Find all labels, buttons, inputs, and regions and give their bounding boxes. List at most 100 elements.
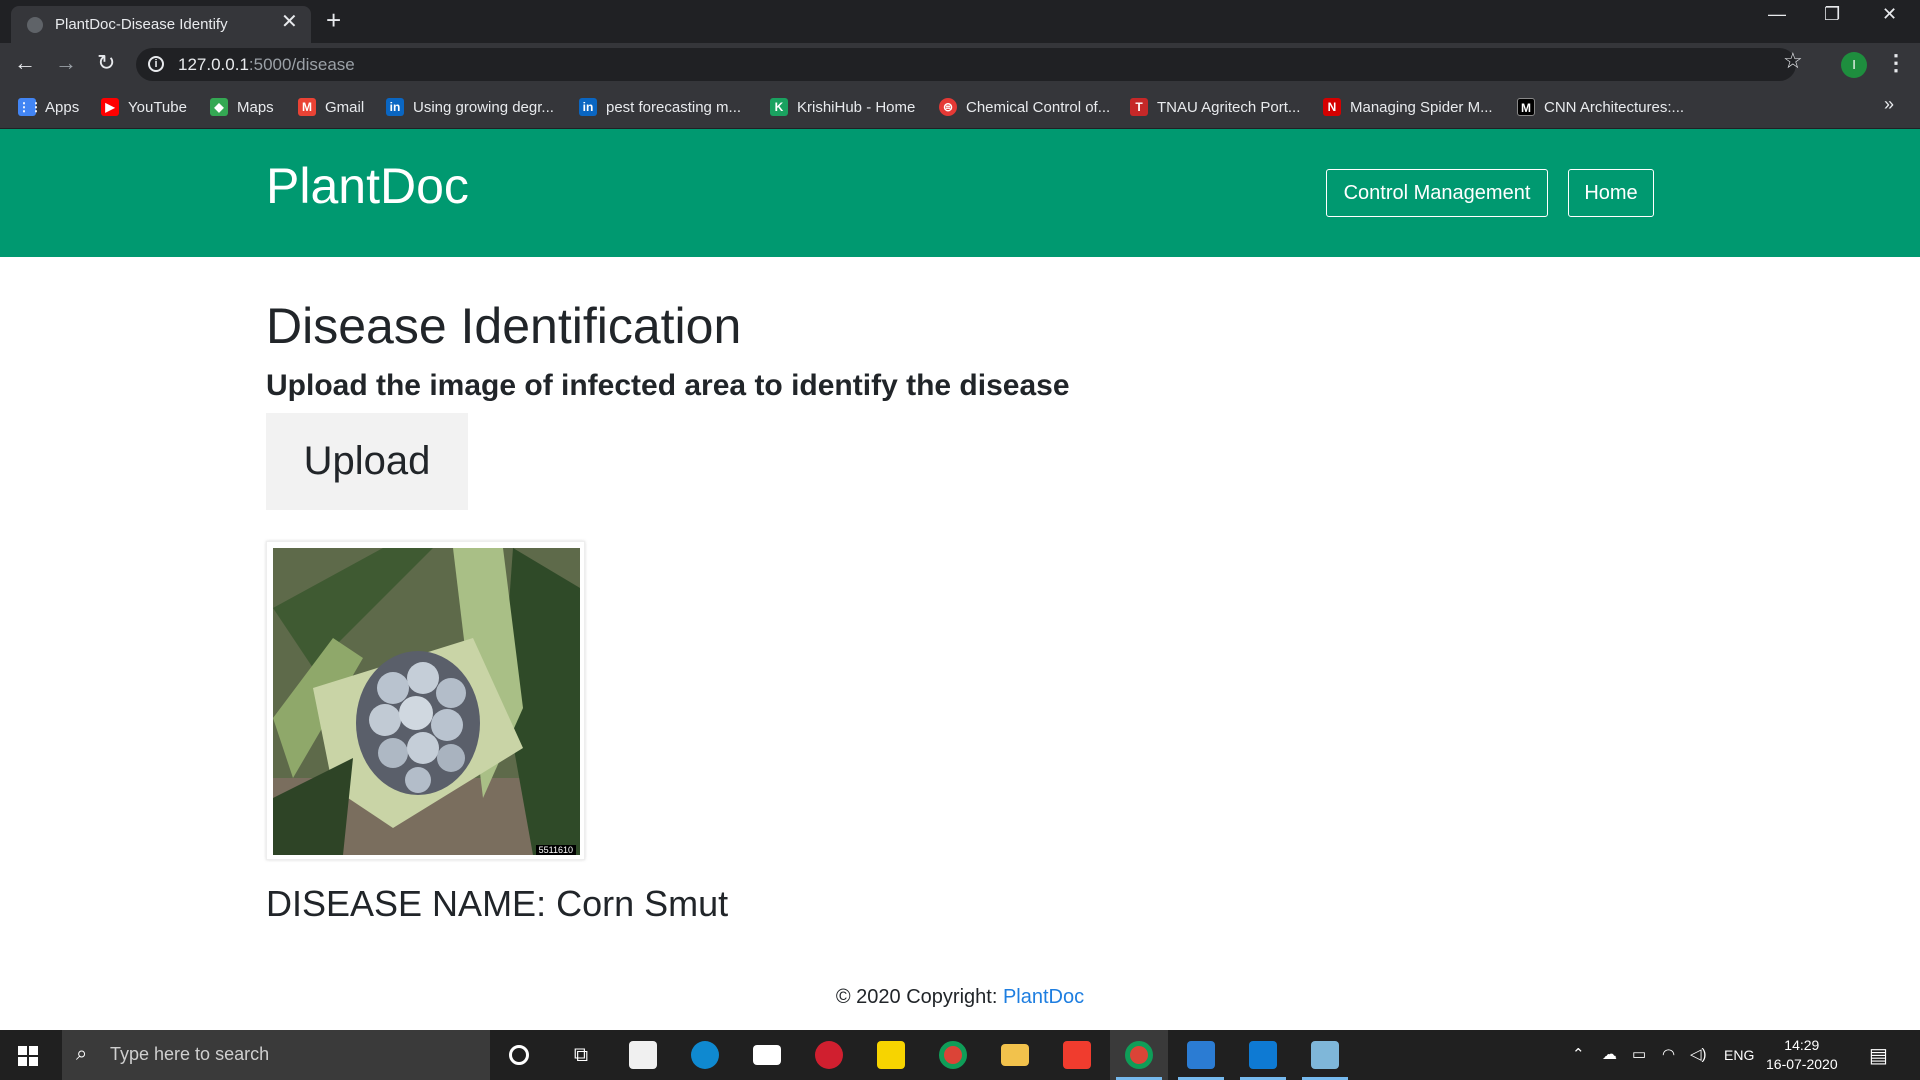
image-caption: 5511610	[535, 845, 576, 855]
git-icon[interactable]	[1048, 1030, 1106, 1080]
linkedin-icon: in	[579, 98, 597, 116]
footer-plantdoc-link[interactable]: PlantDoc	[1003, 986, 1084, 1008]
task-view-icon[interactable]: ⧉	[552, 1030, 610, 1080]
control-management-button[interactable]: Control Management	[1326, 169, 1548, 217]
brand-logo[interactable]: PlantDoc	[266, 157, 469, 215]
browser-tab[interactable]: PlantDoc-Disease Identify ✕	[11, 6, 311, 43]
profile-avatar[interactable]: I	[1841, 52, 1867, 78]
wifi-icon[interactable]: ◠	[1662, 1045, 1675, 1063]
search-placeholder: Type here to search	[110, 1044, 270, 1064]
battery-icon[interactable]: ▭	[1632, 1045, 1646, 1063]
tab-title: PlantDoc-Disease Identify	[55, 16, 228, 33]
globe-icon	[27, 17, 43, 33]
url-text[interactable]: 127.0.0.1:5000/disease	[178, 55, 355, 75]
window-close-icon[interactable]: ✕	[1882, 4, 1897, 25]
uploaded-leaf-image: 5511610	[273, 548, 580, 855]
volume-icon[interactable]: ◁)	[1690, 1045, 1707, 1063]
youtube-icon: ▶	[101, 98, 119, 116]
linkedin-icon: in	[386, 98, 404, 116]
browser-toolbar: ← → ↻ i 127.0.0.1:5000/disease ☆ I ⋮	[0, 43, 1920, 86]
bookmark-cnn-architectures[interactable]: M CNN Architectures:...	[1517, 96, 1684, 118]
mail-icon[interactable]	[738, 1030, 796, 1080]
clock-time: 14:29	[1784, 1037, 1820, 1053]
bookmark-chemical-control[interactable]: ⊜ Chemical Control of...	[939, 96, 1110, 118]
bookmarks-overflow-icon[interactable]: »	[1884, 94, 1894, 115]
bookmark-label: Chemical Control of...	[966, 98, 1111, 116]
page-footer: © 2020 Copyright: PlantDoc	[0, 986, 1920, 1009]
bookmark-growing-degree[interactable]: in Using growing degr...	[386, 96, 554, 118]
store-icon[interactable]	[614, 1030, 672, 1080]
sticky-notes-icon[interactable]	[862, 1030, 920, 1080]
maps-icon: ◆	[210, 98, 228, 116]
bookmark-label: Maps	[237, 98, 274, 116]
url-host: 127.0.0.1	[178, 55, 249, 74]
bookmark-maps[interactable]: ◆ Maps	[210, 96, 274, 118]
bookmark-label: KrishiHub - Home	[797, 98, 916, 116]
copyright-text: © 2020 Copyright:	[835, 986, 1003, 1008]
clock-date: 16-07-2020	[1766, 1056, 1838, 1072]
upload-button[interactable]: Upload	[266, 413, 468, 510]
windows-taskbar: ⌕ Type here to search ⧉ ⌃ ☁ ▭ ◠ ◁) ENG 1…	[0, 1030, 1920, 1080]
bookmark-youtube[interactable]: ▶ YouTube	[101, 96, 187, 118]
language-indicator[interactable]: ENG	[1724, 1047, 1754, 1063]
page-viewport: PlantDoc Control Management Home Disease…	[0, 129, 1920, 1030]
new-tab-icon[interactable]: +	[326, 6, 341, 34]
tab-close-icon[interactable]: ✕	[281, 12, 298, 32]
chemical-icon: ⊜	[939, 98, 957, 116]
bookmark-label: Using growing degr...	[413, 98, 554, 116]
red-app-icon[interactable]	[800, 1030, 858, 1080]
show-hidden-icons-icon[interactable]: ⌃	[1572, 1045, 1585, 1063]
bookmark-krishihub[interactable]: K KrishiHub - Home	[770, 96, 915, 118]
bookmark-label: YouTube	[128, 98, 187, 116]
gmail-icon: M	[298, 98, 316, 116]
notifications-icon[interactable]: ▤	[1869, 1043, 1888, 1068]
onedrive-icon[interactable]: ☁	[1602, 1045, 1617, 1063]
bookmarks-bar: ⋮⋮ Apps ▶ YouTube ◆ Maps M Gmail in Usin…	[0, 86, 1920, 129]
bookmark-label: Apps	[45, 98, 80, 116]
edge-icon[interactable]	[676, 1030, 734, 1080]
taskbar-search-box[interactable]: ⌕ Type here to search	[62, 1030, 490, 1080]
cortana-icon[interactable]	[490, 1030, 548, 1080]
file-explorer-icon[interactable]	[986, 1030, 1044, 1080]
bookmark-label: pest forecasting m...	[606, 98, 742, 116]
bookmark-tnau[interactable]: T TNAU Agritech Port...	[1130, 96, 1300, 118]
bookmark-label: TNAU Agritech Port...	[1157, 98, 1301, 116]
site-navbar: PlantDoc Control Management Home	[0, 129, 1920, 257]
home-button[interactable]: Home	[1568, 169, 1654, 217]
bookmark-managing-spider[interactable]: N Managing Spider M...	[1323, 96, 1493, 118]
clock[interactable]: 14:29 16-07-2020	[1766, 1036, 1838, 1074]
browser-tab-strip: PlantDoc-Disease Identify ✕ + — ❐ ✕	[0, 0, 1920, 43]
bookmark-label: CNN Architectures:...	[1544, 98, 1685, 116]
url-path: :5000/disease	[248, 55, 355, 74]
tnau-icon: T	[1130, 98, 1148, 116]
bookmark-star-icon[interactable]: ☆	[1783, 48, 1803, 74]
corn-smut-image	[273, 548, 580, 855]
chrome-profile-icon[interactable]	[1110, 1030, 1168, 1080]
windows-start-icon[interactable]	[18, 1046, 38, 1071]
search-icon: ⌕	[76, 1043, 88, 1065]
info-icon[interactable]: i	[148, 56, 164, 72]
bookmark-label: Gmail	[325, 98, 365, 116]
disease-name: DISEASE NAME: Corn Smut	[266, 883, 729, 924]
medium-icon: M	[1517, 98, 1535, 116]
address-bar[interactable]: i 127.0.0.1:5000/disease	[136, 48, 1796, 81]
apps-grid-icon: ⋮⋮	[18, 98, 42, 116]
bookmark-label: Managing Spider M...	[1350, 98, 1493, 116]
reload-icon[interactable]: ↻	[97, 51, 115, 75]
page-subtitle: Upload the image of infected area to ide…	[266, 369, 1070, 402]
restore-icon[interactable]: ❐	[1824, 4, 1840, 25]
forward-icon[interactable]: →	[55, 51, 77, 75]
notepad-icon[interactable]	[1296, 1030, 1354, 1080]
bookmark-pest-forecasting[interactable]: in pest forecasting m...	[579, 96, 741, 118]
word-icon[interactable]	[1172, 1030, 1230, 1080]
managing-icon: N	[1323, 98, 1341, 116]
kebab-menu-icon[interactable]: ⋮	[1885, 50, 1907, 76]
bookmark-gmail[interactable]: M Gmail	[298, 96, 364, 118]
bookmark-apps[interactable]: ⋮⋮ Apps	[18, 96, 79, 118]
vscode-icon[interactable]	[1234, 1030, 1292, 1080]
back-icon[interactable]: ←	[14, 51, 36, 75]
krishihub-icon: K	[770, 98, 788, 116]
minimize-icon[interactable]: —	[1768, 4, 1786, 25]
uploaded-image-frame: 5511610	[266, 541, 585, 860]
chrome-icon[interactable]	[924, 1030, 982, 1080]
